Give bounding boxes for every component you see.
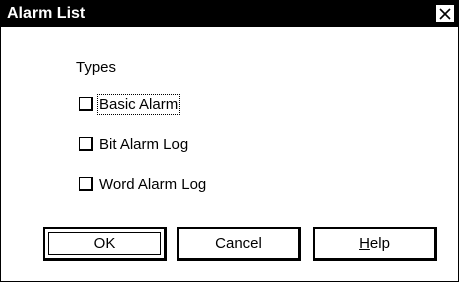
title-bar: Alarm List <box>1 1 458 27</box>
close-icon <box>439 7 451 20</box>
checkbox-basic-alarm[interactable]: Basic Alarm <box>79 93 181 115</box>
types-label: Types <box>76 59 117 76</box>
checkbox-label: Bit Alarm Log <box>99 135 189 153</box>
ok-button[interactable]: OK <box>43 227 167 261</box>
dialog-title: Alarm List <box>7 5 86 22</box>
close-button[interactable] <box>435 4 455 23</box>
cancel-button-label: Cancel <box>215 235 262 252</box>
checkbox-box[interactable] <box>79 177 93 191</box>
checkbox-word-alarm-log[interactable]: Word Alarm Log <box>79 173 206 195</box>
cancel-button[interactable]: Cancel <box>177 227 301 261</box>
checkbox-label: Basic Alarm <box>96 93 181 115</box>
checkbox-box[interactable] <box>79 97 93 111</box>
help-button[interactable]: Help <box>313 227 437 261</box>
checkbox-bit-alarm-log[interactable]: Bit Alarm Log <box>79 133 188 155</box>
checkbox-box[interactable] <box>79 137 93 151</box>
ok-button-label: OK <box>93 235 116 252</box>
help-label-rest: elp <box>369 235 390 252</box>
help-mnemonic: H <box>359 235 370 252</box>
checkbox-label: Word Alarm Log <box>99 175 207 193</box>
alarm-list-dialog: Alarm List Types Basic Alarm Bit Alarm L… <box>0 0 459 282</box>
help-button-label: Help <box>359 235 390 252</box>
